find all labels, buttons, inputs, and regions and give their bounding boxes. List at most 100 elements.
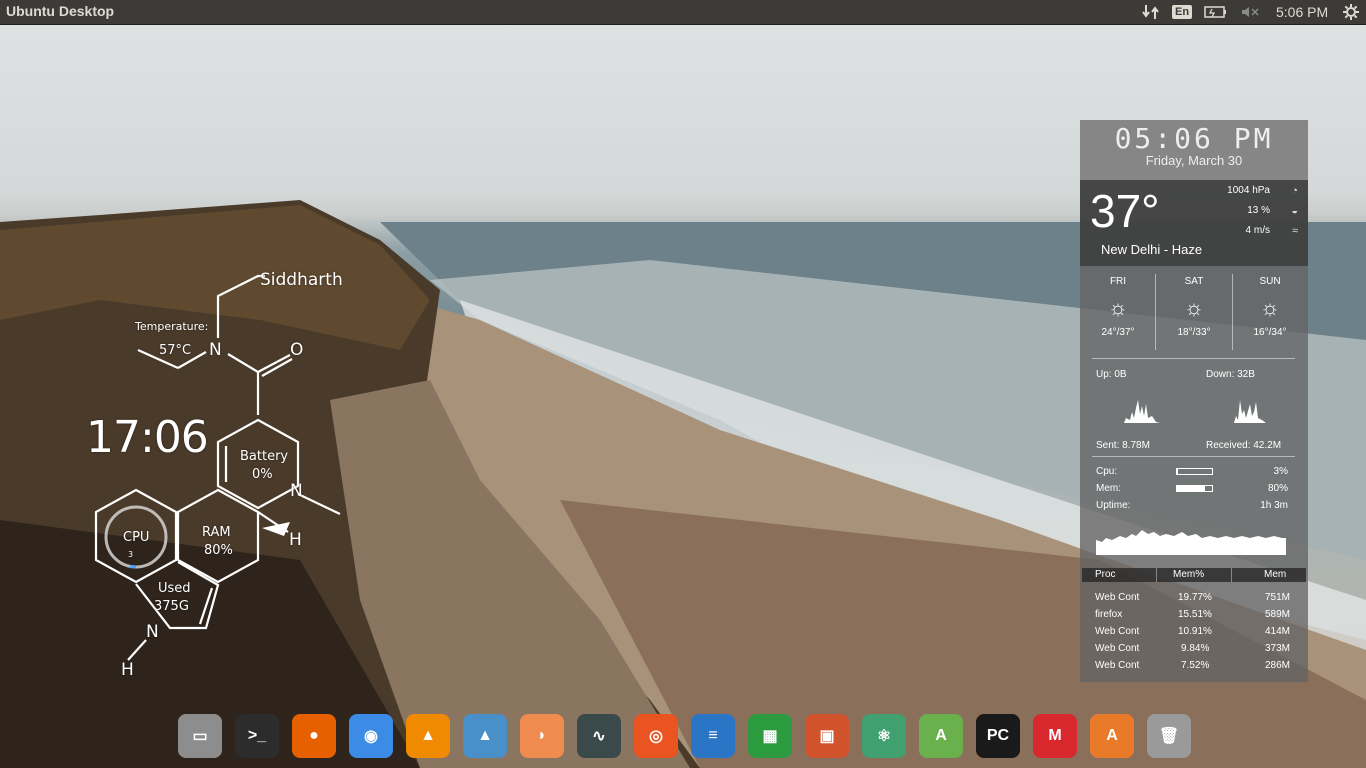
col-mem: Mem [1264, 569, 1287, 580]
table-row: Web Cont 9.84% 373M [1080, 643, 1308, 657]
software-center-icon[interactable]: A [1090, 714, 1134, 758]
cpu-usage-bar [1176, 468, 1213, 475]
proc-mem-pct: 19.77% [1178, 592, 1212, 603]
cpu-label: Cpu: [1096, 466, 1118, 477]
panel-clock[interactable]: 5:06 PM [1276, 0, 1328, 24]
cpu-label: CPU [123, 530, 150, 545]
mem-label: Mem: [1096, 483, 1121, 494]
system-monitor-icon[interactable]: ∿ [577, 714, 621, 758]
libreoffice-impress-icon[interactable]: ▣ [805, 714, 849, 758]
proc-mem: 589M [1264, 609, 1290, 620]
molecule-conky-widget: Siddharth Temperature: 57°C N O 17:06 Ba… [0, 0, 360, 700]
forecast-divider [1232, 274, 1233, 350]
disk-used-value: 375G [154, 599, 189, 614]
disk-used-label: Used [158, 581, 191, 596]
username-label: Siddharth [260, 270, 343, 290]
vlc-icon[interactable]: ▲ [406, 714, 450, 758]
vlc-media-icon[interactable]: ▲ [463, 714, 507, 758]
clementine-icon[interactable]: ◗ [520, 714, 564, 758]
net-received: Received: 42.2M [1206, 440, 1282, 451]
ram-label: RAM [202, 525, 231, 540]
android-studio-icon[interactable]: A [919, 714, 963, 758]
atom-nitrogen-2: N [290, 481, 303, 501]
pycharm-icon[interactable]: PC [976, 714, 1020, 758]
terminal-icon[interactable]: >_ [235, 714, 279, 758]
atom-hydrogen-2: H [121, 660, 134, 680]
table-row: firefox 15.51% 589M [1080, 609, 1308, 623]
mega-icon[interactable]: M [1033, 714, 1077, 758]
forecast-day-2: SAT ☼ 18°/33° [1156, 276, 1232, 338]
sun-icon: ☼ [1259, 295, 1281, 320]
proc-name: Web Cont [1095, 643, 1140, 654]
table-row: Web Cont 7.52% 286M [1080, 660, 1308, 674]
conky-clock: 17:06 [86, 412, 209, 463]
col-mem-pct: Mem% [1173, 569, 1205, 580]
files-icon[interactable]: ▭ [178, 714, 222, 758]
download-graph [1206, 400, 1286, 423]
cpu-value: 3 [128, 550, 134, 559]
cpu-value: 3% [1273, 466, 1288, 477]
humidity-value: 13 % [1247, 205, 1270, 216]
libreoffice-calc-icon[interactable]: ▦ [748, 714, 792, 758]
net-sent: Sent: 8.78M [1096, 440, 1150, 451]
libreoffice-writer-icon[interactable]: ≡ [691, 714, 735, 758]
forecast-day-3: SUN ☼ 16°/34° [1232, 276, 1308, 338]
conky-time: 05:06 PM [1114, 122, 1274, 155]
section-divider [1092, 358, 1295, 359]
weather-temperature: 37° [1090, 185, 1160, 237]
volume-muted-icon[interactable] [1240, 0, 1260, 24]
forecast-day-label: SAT [1184, 276, 1204, 287]
conky-clock-panel: 05:06 PM Friday, March 30 [1080, 120, 1308, 180]
network-icon[interactable] [1142, 0, 1160, 24]
ubuntu-software-icon[interactable]: ◎ [634, 714, 678, 758]
weather-location: New Delhi - Haze [1101, 242, 1203, 257]
battery-value: 0% [252, 467, 273, 482]
battery-icon[interactable] [1204, 0, 1228, 24]
pressure-gauge-icon: ◔ [1291, 185, 1298, 197]
forecast-day-label: SUN [1259, 276, 1281, 287]
section-divider [1092, 456, 1295, 457]
language-label: En [1172, 5, 1193, 19]
proc-name: firefox [1095, 609, 1123, 620]
trash-icon[interactable]: 🗑 [1147, 714, 1191, 758]
forecast-range: 18°/33° [1177, 327, 1211, 338]
sun-icon: ☼ [1107, 295, 1129, 320]
system-conky-widget: 05:06 PM Friday, March 30 37° New Delhi … [1080, 120, 1308, 682]
proc-mem-pct: 15.51% [1178, 609, 1212, 620]
forecast-day-1: FRI ☼ 24°/37° [1080, 276, 1156, 338]
forecast-day-label: FRI [1109, 276, 1127, 287]
humidity-drop-icon: ◒ [1291, 205, 1298, 217]
wind-icon: ≈ [1291, 225, 1298, 237]
atom-oxygen: O [290, 340, 304, 360]
net-up: Up: 0B [1096, 369, 1127, 380]
proc-name: Web Cont [1095, 660, 1140, 671]
pressure-value: 1004 hPa [1227, 185, 1270, 196]
firefox-icon[interactable]: ● [292, 714, 336, 758]
uptime-value: 1h 3m [1260, 500, 1288, 511]
proc-mem: 751M [1264, 592, 1290, 603]
dock: ▭ >_ ● ◉ ▲ ▲ ◗ ∿ ◎ ≡ ▦ ▣ ⚛ A PC M A 🗑 [174, 710, 1196, 768]
forecast-divider [1155, 274, 1156, 350]
proc-mem: 373M [1264, 643, 1290, 654]
proc-mem-pct: 9.84% [1181, 643, 1210, 654]
keyboard-language-indicator[interactable]: En [1172, 0, 1193, 24]
proc-mem-pct: 7.52% [1181, 660, 1210, 671]
forecast-range: 24°/37° [1101, 327, 1135, 338]
wind-value: 4 m/s [1245, 225, 1270, 236]
atom-icon[interactable]: ⚛ [862, 714, 906, 758]
conky-date: Friday, March 30 [1145, 153, 1243, 168]
chrome-icon[interactable]: ◉ [349, 714, 393, 758]
proc-name: Web Cont [1095, 592, 1140, 603]
sun-icon: ☼ [1183, 295, 1205, 320]
atom-nitrogen-1: N [209, 340, 222, 360]
net-down: Down: 32B [1206, 369, 1255, 380]
proc-mem-pct: 10.91% [1178, 626, 1212, 637]
atom-nitrogen-3: N [146, 622, 159, 642]
mem-usage-bar [1176, 485, 1213, 492]
temperature-label: Temperature: [135, 320, 209, 333]
weather-panel: 37° New Delhi - Haze 1004 hPa 13 % 4 m/s… [1080, 180, 1308, 266]
system-gear-icon[interactable] [1342, 0, 1360, 24]
proc-name: Web Cont [1095, 626, 1140, 637]
battery-label: Battery [240, 449, 289, 464]
upload-graph [1096, 400, 1176, 423]
